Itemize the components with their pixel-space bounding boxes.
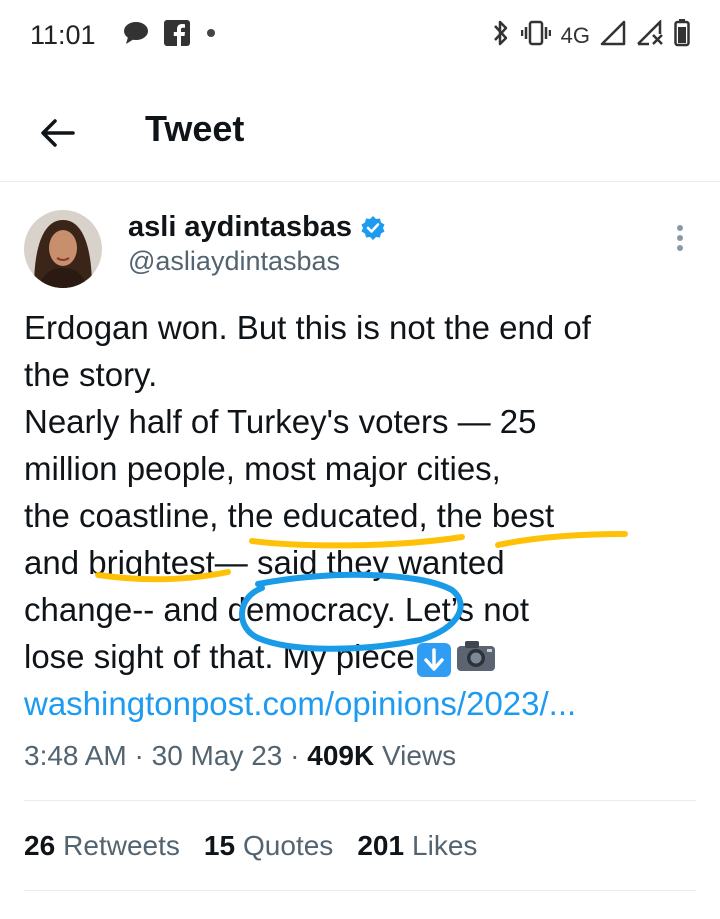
tweet-line: lose sight of that. My piece xyxy=(24,638,415,675)
tweet-meta: 3:48 AM · 30 May 23 · 409K Views xyxy=(24,740,457,771)
network-type: 4G xyxy=(560,22,590,48)
retweets-stat[interactable]: 26 Retweets xyxy=(24,830,180,862)
divider xyxy=(24,890,696,891)
tweet-time: 3:48 AM xyxy=(24,740,127,771)
author-name[interactable]: asli aydintasbas xyxy=(128,211,386,244)
views-count[interactable]: 409K xyxy=(307,740,374,771)
status-time: 11:01 xyxy=(30,20,96,50)
tweet-line: the coastline, the educated, the best xyxy=(24,497,555,534)
back-arrow-icon xyxy=(41,119,75,147)
back-button[interactable] xyxy=(32,108,82,158)
more-options-button[interactable] xyxy=(666,222,694,254)
likes-label: Likes xyxy=(412,830,478,861)
tweet-line: Nearly half of Turkey's voters — 25 xyxy=(24,403,537,440)
page-title: Tweet xyxy=(145,108,245,149)
tweet-line: and brightest— said they wanted xyxy=(24,544,505,581)
article-link[interactable]: washingtonpost.com/opinions/2023/... xyxy=(24,680,704,727)
top-app-bar: Tweet xyxy=(0,90,720,180)
more-vertical-icon xyxy=(677,225,683,251)
author-name-text: asli aydintasbas xyxy=(128,211,353,243)
chat-bubble-icon xyxy=(122,20,150,51)
bluetooth-icon xyxy=(491,18,511,53)
tweet-line: Erdogan won. But this is not the end of xyxy=(24,309,591,346)
avatar[interactable] xyxy=(24,210,102,288)
status-bar: 11:01 4G xyxy=(0,0,720,72)
likes-count: 201 xyxy=(357,830,405,861)
quotes-stat[interactable]: 15 Quotes xyxy=(204,830,333,862)
engagement-stats: 26 Retweets 15 Quotes 201 Likes xyxy=(24,830,477,862)
divider xyxy=(24,800,696,801)
retweets-label: Retweets xyxy=(63,830,180,861)
dot-icon xyxy=(204,26,218,45)
signal-icon xyxy=(600,20,626,51)
tweet-line-with-emoji: lose sight of that. My piece xyxy=(24,633,704,680)
tweet-line: million people, most major cities, xyxy=(24,450,501,487)
vibrate-icon xyxy=(520,20,551,51)
header-divider xyxy=(0,181,720,182)
retweets-count: 26 xyxy=(24,830,56,861)
tweet-line: the story. xyxy=(24,356,158,393)
quotes-count: 15 xyxy=(203,830,236,861)
facebook-icon xyxy=(164,20,190,51)
battery-icon xyxy=(674,19,690,52)
likes-stat[interactable]: 201 Likes xyxy=(357,830,477,862)
tweet-date: 30 May 23 xyxy=(151,740,283,771)
tweet-line: change-- and democracy. Let’s not xyxy=(24,591,530,628)
quotes-label: Quotes xyxy=(243,830,334,861)
camera-emoji-icon xyxy=(455,638,497,672)
tweet-text: Erdogan won. But this is not the end of … xyxy=(24,304,704,727)
signal-no-sim-icon xyxy=(636,18,664,51)
views-label: Views xyxy=(381,740,457,771)
verified-badge-icon xyxy=(361,215,385,240)
author-handle[interactable]: @asliaydintasbas xyxy=(128,246,340,277)
down-arrow-emoji-icon xyxy=(416,643,451,677)
